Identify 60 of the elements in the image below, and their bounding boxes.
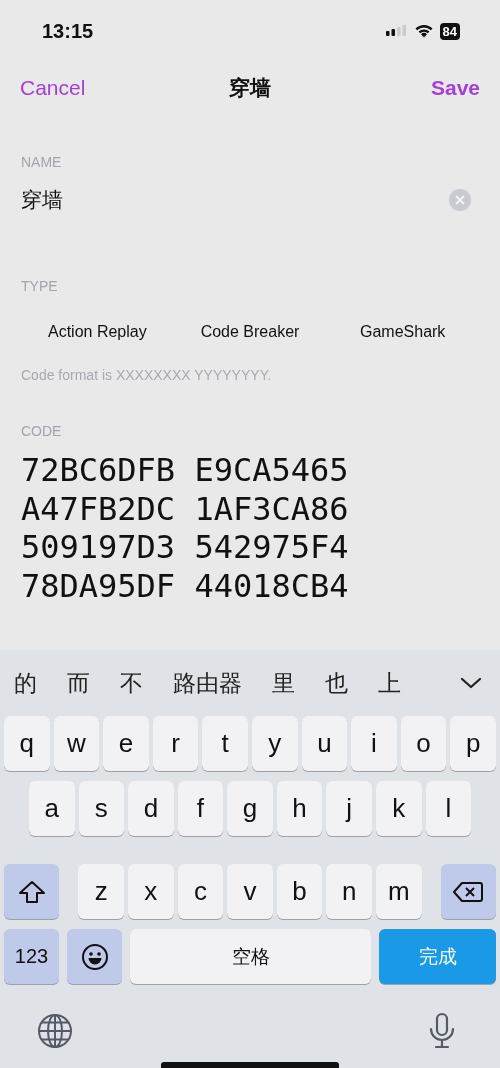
numbers-key[interactable]: 123	[4, 929, 59, 984]
page-title: 穿墙	[229, 75, 271, 101]
letter-key[interactable]: c	[177, 864, 224, 919]
letter-key[interactable]: l	[425, 781, 472, 836]
candidate-word[interactable]: 的	[14, 667, 37, 699]
microphone-icon[interactable]	[428, 1012, 456, 1050]
letter-key[interactable]: x	[128, 864, 174, 919]
type-option[interactable]: GameShark	[326, 319, 479, 345]
chevron-down-icon[interactable]	[460, 677, 482, 689]
delete-key[interactable]	[440, 864, 496, 919]
letter-key[interactable]: o	[400, 716, 447, 771]
letter-key[interactable]: q	[4, 716, 50, 771]
save-button[interactable]: Save	[430, 76, 480, 100]
delete-icon	[453, 880, 484, 903]
format-hint: Code format is XXXXXXXX YYYYYYYY.	[21, 367, 273, 383]
letter-key[interactable]: r	[152, 716, 199, 771]
shift-key[interactable]	[4, 864, 60, 919]
section-label: CODE	[21, 423, 63, 439]
letter-key[interactable]: i	[351, 716, 397, 771]
name-field[interactable]: 穿墙	[21, 188, 449, 212]
candidate-word[interactable]: 里	[272, 667, 295, 699]
letter-key[interactable]: h	[276, 781, 323, 836]
letter-key[interactable]: z	[78, 864, 125, 919]
emoji-icon	[80, 942, 109, 971]
globe-icon[interactable]	[37, 1013, 73, 1049]
candidate-word[interactable]: 也	[325, 667, 348, 699]
letter-key[interactable]: j	[326, 781, 372, 836]
letter-key[interactable]: w	[53, 716, 100, 771]
candidate-word[interactable]: 上	[378, 667, 401, 699]
type-option[interactable]: Code Breaker	[173, 319, 327, 345]
code-field[interactable]: 72BC6DFB E9CA5465 A47FB2DC 1AF3CA86 509197D3 542975F4 78DA95DF 44018CB4	[21, 451, 479, 605]
letter-key[interactable]: p	[450, 716, 496, 771]
letter-key[interactable]: u	[301, 716, 348, 771]
letter-key[interactable]: a	[29, 781, 75, 836]
letter-key[interactable]: m	[375, 864, 422, 919]
section-label: TYPE	[21, 278, 59, 294]
letter-key[interactable]: g	[227, 781, 273, 836]
letter-key[interactable]: v	[227, 864, 273, 919]
letter-key[interactable]: t	[202, 716, 248, 771]
space-key[interactable]: 空格	[130, 929, 371, 984]
type-option[interactable]: Action Replay	[21, 319, 174, 345]
letter-key[interactable]: y	[251, 716, 298, 771]
status-time: 13:15	[42, 19, 94, 43]
letter-key[interactable]: n	[326, 864, 372, 919]
cancel-button[interactable]: Cancel	[20, 76, 86, 100]
emoji-key[interactable]	[67, 929, 122, 984]
letter-key[interactable]: k	[375, 781, 422, 836]
letter-key[interactable]: s	[78, 781, 125, 836]
letter-key[interactable]: f	[177, 781, 224, 836]
letter-key[interactable]: e	[103, 716, 149, 771]
candidate-word[interactable]: 路由器	[173, 667, 242, 699]
letter-key[interactable]: d	[128, 781, 174, 836]
wifi-icon	[413, 24, 434, 38]
candidate-word[interactable]: 而	[67, 667, 90, 699]
shift-icon	[17, 879, 46, 904]
section-label: NAME	[21, 154, 63, 170]
signal-icon	[385, 25, 408, 37]
battery-level: 84	[439, 22, 460, 40]
candidate-word[interactable]: 不	[120, 667, 143, 699]
letter-key[interactable]: b	[276, 864, 323, 919]
